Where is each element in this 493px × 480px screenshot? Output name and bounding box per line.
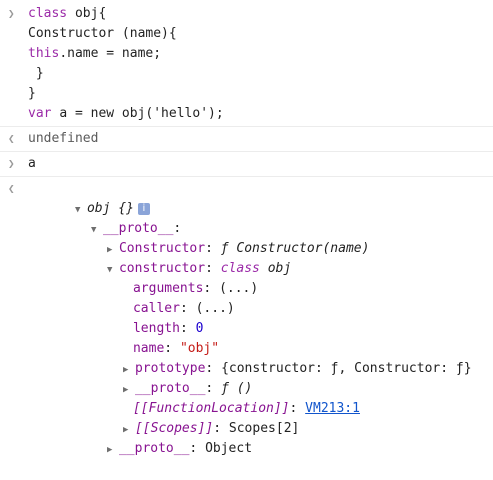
code-text: .name = name; [59, 46, 162, 61]
console-input-entry: ❯ a [0, 152, 493, 177]
code-text: } [28, 66, 44, 81]
console-input-entry: ❯ class obj{ Constructor (name){ this.na… [0, 0, 493, 127]
input-prompt-chevron-icon: ❯ [8, 157, 15, 170]
property-key: __proto__ [118, 441, 190, 456]
code-text: Constructor (name){ [28, 26, 177, 41]
input-prompt-chevron-icon: ❯ [8, 7, 15, 20]
code-line: } [28, 84, 493, 104]
tree-node-length: length: 0 [0, 299, 493, 336]
console-result-entry: ❮ ▼ obj {} i ▼ __proto__: ▶ Constructor: ƒ C… [0, 177, 493, 456]
result-arrow-icon: ❮ [8, 132, 15, 145]
code-line: var a = new obj('hello'); [28, 104, 493, 124]
property-value: Object [205, 441, 253, 456]
code-keyword: class [28, 6, 75, 21]
code-text: a = new obj('hello'); [59, 106, 224, 121]
code-line: class obj{ [28, 4, 493, 24]
tree-node-scopes[interactable]: ▶ [[Scopes]]: Scopes[2] [0, 399, 493, 436]
code-text: } [28, 86, 36, 101]
input-code-block[interactable]: class obj{ Constructor (name){ this.name… [0, 4, 493, 124]
input-expression[interactable]: a [0, 154, 493, 174]
code-line: } [28, 64, 493, 84]
tree-node-name: name: "obj" [0, 319, 493, 356]
tree-root[interactable]: ▼ obj {} i [0, 179, 493, 216]
tree-node-constructor[interactable]: ▼ constructor: class obj [0, 239, 493, 276]
tree-node-proto-outer[interactable]: ▶ __proto__: Object [0, 419, 493, 456]
code-line: this.name = name; [28, 44, 493, 64]
result-undefined: undefined [28, 131, 99, 146]
tree-node-Constructor[interactable]: ▶ Constructor: ƒ Constructor(name) [0, 219, 493, 256]
collapsed-triangle-icon[interactable]: ▶ [107, 440, 117, 460]
tree-node-prototype[interactable]: ▶ prototype: {constructor: ƒ, Constructor… [0, 339, 493, 376]
code-text: obj{ [74, 6, 107, 21]
tree-node-caller[interactable]: caller: (...) [0, 279, 493, 316]
tree-node-proto[interactable]: ▼ __proto__: [0, 199, 493, 236]
console-result-entry: ❮ undefined [0, 127, 493, 152]
tree-node-function-location: [[FunctionLocation]]: VM213:1 [0, 379, 493, 416]
code-keyword: this [28, 46, 60, 61]
tree-node-proto-inner[interactable]: ▶ __proto__: ƒ () [0, 359, 493, 396]
code-keyword: var [28, 106, 60, 121]
code-line: Constructor (name){ [28, 24, 493, 44]
devtools-console: ❯ class obj{ Constructor (name){ this.na… [0, 0, 493, 456]
tree-node-arguments[interactable]: arguments: (...) [0, 259, 493, 296]
property-colon: : [189, 441, 198, 456]
